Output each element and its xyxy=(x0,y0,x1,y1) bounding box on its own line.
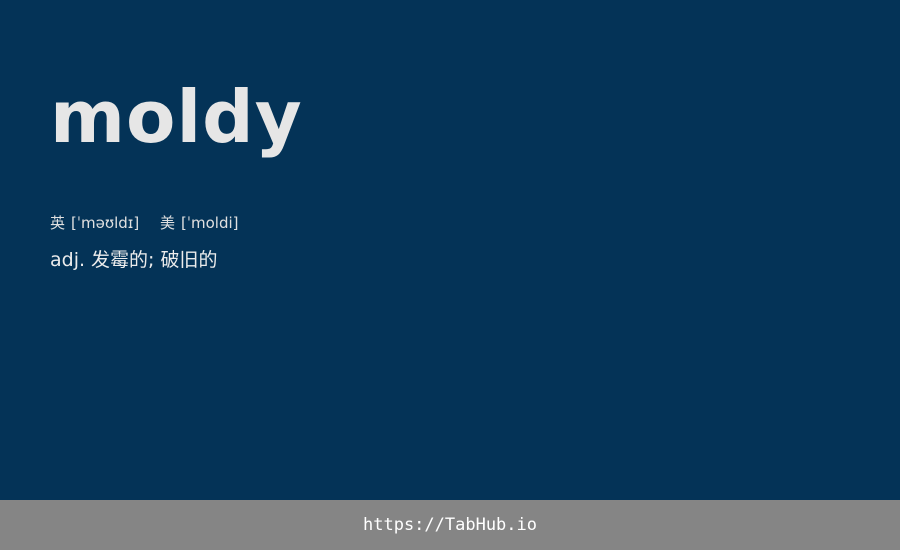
footer-bar: https://TabHub.io xyxy=(0,500,900,550)
footer-url-link[interactable]: https://TabHub.io xyxy=(363,515,537,535)
word-card: moldy 英 [ˈməʊldɪ] 美 [ˈmoldi] adj. 发霉的; 破旧的 xyxy=(0,0,900,500)
uk-phonetic: 英 [ˈməʊldɪ] xyxy=(50,212,139,234)
uk-label: 英 xyxy=(50,214,66,232)
us-phonetic: 美 [ˈmoldi] xyxy=(160,212,239,234)
word-title: moldy xyxy=(50,75,303,159)
phonetics-row: 英 [ˈməʊldɪ] 美 [ˈmoldi] xyxy=(50,212,239,234)
us-ipa: [ˈmoldi] xyxy=(181,214,239,232)
definition-text: adj. 发霉的; 破旧的 xyxy=(50,249,218,271)
us-label: 美 xyxy=(160,214,176,232)
uk-ipa: [ˈməʊldɪ] xyxy=(71,214,140,232)
